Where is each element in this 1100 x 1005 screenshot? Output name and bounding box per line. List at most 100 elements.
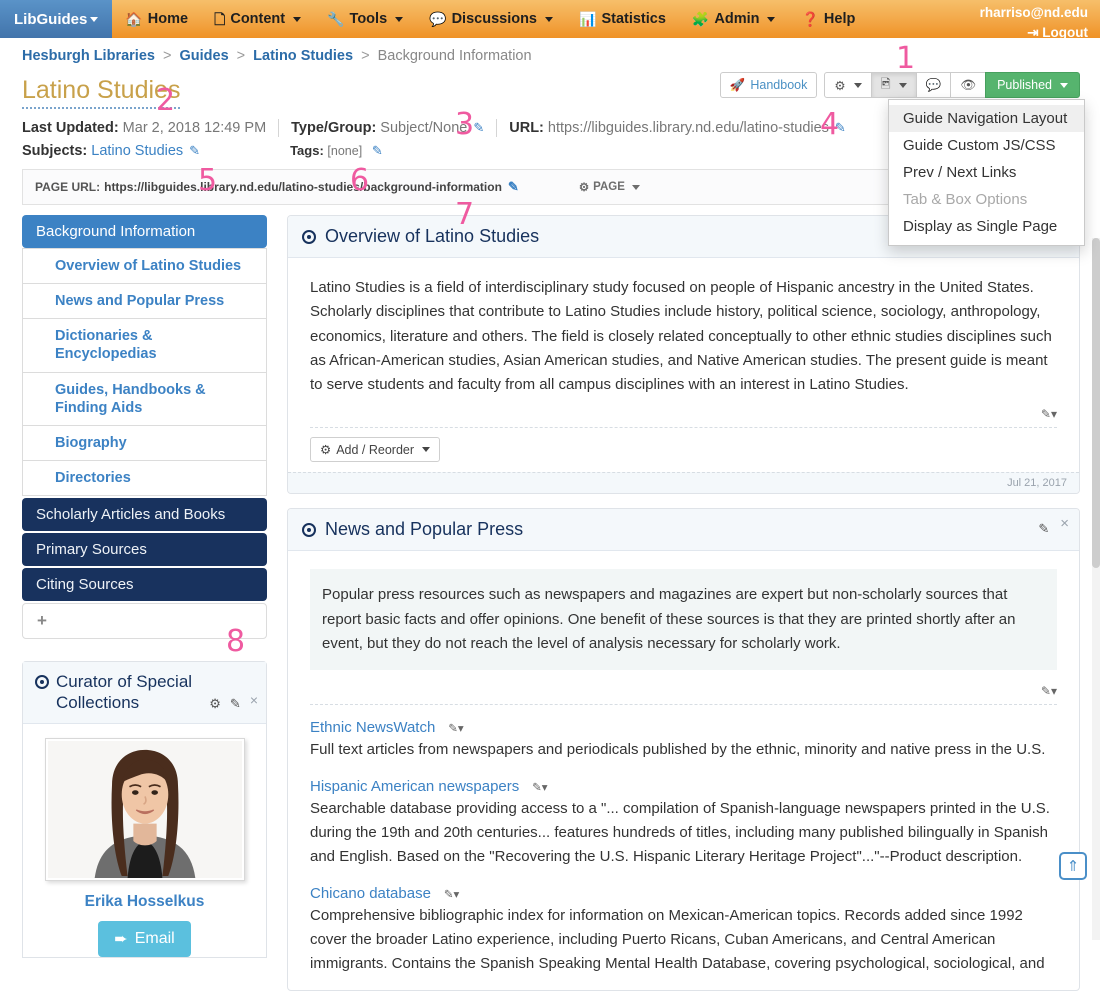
handbook-label: Handbook xyxy=(750,78,808,92)
nav-item-tools[interactable]: 🔧 Tools xyxy=(314,0,416,38)
add-reorder-button[interactable]: ⚙ Add / Reorder xyxy=(310,437,441,463)
profile-name[interactable]: Erika Hosselkus xyxy=(33,893,256,911)
resource-link-chicano-database[interactable]: Chicano database xyxy=(310,885,431,902)
tags-group: Tags: [none] ✎ xyxy=(290,143,383,159)
content-icon: 🗋 xyxy=(214,11,226,27)
edit-resource-icon[interactable]: ✎▾ xyxy=(448,723,463,735)
brand-label: LibGuides xyxy=(14,10,88,28)
edit-page-url-pencil-icon[interactable]: ✎ xyxy=(508,179,519,195)
gear-icon: ⚙ xyxy=(834,78,846,93)
email-label: Email xyxy=(134,929,175,947)
logout-button[interactable]: ⇥ Logout xyxy=(980,23,1088,43)
handbook-button[interactable]: 🚀 Handbook xyxy=(719,72,818,98)
gear-icon[interactable]: ⚙ xyxy=(209,696,221,712)
meta-divider xyxy=(496,119,498,137)
sidebar-subitem-guides-handbooks-finding-aids[interactable]: Guides, Handbooks & Finding Aids xyxy=(22,372,267,426)
comments-button[interactable]: 💬 xyxy=(915,72,952,98)
menu-item-guide-custom-js-css[interactable]: Guide Custom JS/CSS xyxy=(889,132,1084,159)
profile-box: Curator of Special Collections ⚙ ✎ × Eri… xyxy=(22,661,267,958)
page-url-label: PAGE URL: xyxy=(35,180,101,194)
pencil-icon[interactable]: ✎ xyxy=(1038,521,1049,537)
nav-item-home[interactable]: 🏠 Home xyxy=(112,0,201,38)
main-layout: Background Information Overview of Latin… xyxy=(0,205,1100,1005)
edit-content-icon[interactable]: ✎▾ xyxy=(1041,684,1057,698)
resource-link-hispanic-american-newspapers[interactable]: Hispanic American newspapers xyxy=(310,778,519,795)
email-button[interactable]: ➨ Email xyxy=(98,920,191,957)
resource-link-ethnic-newswatch[interactable]: Ethnic NewsWatch xyxy=(310,719,435,736)
chevron-double-up-icon: ⇑ xyxy=(1066,858,1080,875)
nav-item-discussions[interactable]: 💬 Discussions xyxy=(416,0,566,38)
inline-edit-row: ✎▾ xyxy=(310,397,1057,427)
add-reorder-label: Add / Reorder xyxy=(336,442,415,457)
annotation-marker-1: 1 xyxy=(896,41,916,76)
chevron-down-icon xyxy=(767,16,776,22)
edit-type-group-pencil-icon[interactable]: ✎ xyxy=(473,120,484,136)
sidebar-item-primary-sources[interactable]: Primary Sources xyxy=(22,533,267,566)
nav-item-content[interactable]: 🗋 Content xyxy=(201,0,314,38)
user-area: rharriso@nd.edu ⇥ Logout xyxy=(979,0,1100,40)
published-status-button[interactable]: Published xyxy=(985,72,1080,98)
breadcrumb-item-guides[interactable]: Guides xyxy=(179,48,228,64)
breadcrumb-item-latino-studies[interactable]: Latino Studies xyxy=(253,48,353,64)
wrench-icon: 🔧 xyxy=(327,11,345,27)
menu-item-display-as-single-page[interactable]: Display as Single Page xyxy=(889,213,1084,240)
content-box-news-popular-press: News and Popular Press ✎ × Popular press… xyxy=(287,508,1080,992)
chevron-down-icon xyxy=(545,16,553,22)
sidebar-subitem-directories[interactable]: Directories xyxy=(22,460,267,496)
content-box-body: Latino Studies is a field of interdiscip… xyxy=(288,258,1079,472)
target-icon xyxy=(302,522,316,537)
sidebar-item-scholarly-articles-and-books[interactable]: Scholarly Articles and Books xyxy=(22,498,267,531)
callout-text: Popular press resources such as newspape… xyxy=(310,569,1057,671)
brand-libguides-menu[interactable]: LibGuides xyxy=(0,0,113,38)
close-icon[interactable]: × xyxy=(250,692,258,710)
menu-item-prev-next-links[interactable]: Prev / Next Links xyxy=(889,159,1084,186)
sidebar-subitem-dictionaries-encyclopedias[interactable]: Dictionaries & Encyclopedias xyxy=(22,319,267,373)
edit-resource-icon[interactable]: ✎▾ xyxy=(444,889,459,901)
nav-item-statistics[interactable]: 📊 Statistics xyxy=(566,0,679,38)
sidebar-subitem-overview-of-latino-studies[interactable]: Overview of Latino Studies xyxy=(22,248,267,285)
puzzle-icon: 🧩 xyxy=(691,11,710,27)
edit-tags-pencil-icon[interactable]: ✎ xyxy=(372,143,383,158)
toolbar-button-group: ⚙ 🖻 💬 👁 Published xyxy=(824,72,1080,98)
nav-item-admin[interactable]: 🧩 Admin xyxy=(679,0,789,38)
nav-item-help[interactable]: ❓ Help xyxy=(788,0,868,38)
page-scrollbar[interactable] xyxy=(1092,238,1100,940)
page-button-label: PAGE xyxy=(593,181,625,193)
annotation-marker-6: 6 xyxy=(350,163,370,198)
resource-description: Comprehensive bibliographic index for in… xyxy=(310,907,1045,973)
page-settings-button[interactable]: ⚙ PAGE xyxy=(579,180,640,194)
edit-subjects-pencil-icon[interactable]: ✎ xyxy=(189,143,200,159)
subject-link-latino-studies[interactable]: Latino Studies xyxy=(91,143,183,159)
annotation-marker-3: 3 xyxy=(455,107,475,142)
preview-button[interactable]: 👁 xyxy=(950,72,987,98)
scroll-to-top-button[interactable]: ⇑ xyxy=(1059,852,1087,880)
resource-description: Searchable database providing access to … xyxy=(310,800,1050,866)
comment-icon: 💬 xyxy=(925,77,942,92)
breadcrumb-item-hesburgh-libraries[interactable]: Hesburgh Libraries xyxy=(22,48,155,64)
guide-layout-dropdown-menu: Guide Navigation Layout Guide Custom JS/… xyxy=(888,99,1085,246)
edit-resource-icon[interactable]: ✎▾ xyxy=(532,782,547,794)
nav-label: Discussions xyxy=(451,11,537,27)
overview-paragraph: Latino Studies is a field of interdiscip… xyxy=(310,279,1052,394)
scrollbar-thumb[interactable] xyxy=(1092,238,1100,568)
edit-content-icon[interactable]: ✎▾ xyxy=(1041,407,1057,421)
sidebar-item-background-information[interactable]: Background Information xyxy=(22,215,267,248)
content-box-header: News and Popular Press ✎ × xyxy=(288,509,1079,552)
rocket-icon: 🚀 xyxy=(729,77,746,92)
last-updated-label: Last Updated: xyxy=(22,120,119,136)
menu-item-guide-navigation-layout[interactable]: Guide Navigation Layout xyxy=(889,105,1084,132)
content-box-overview: Overview of Latino Studies ✎ × Latino St… xyxy=(287,215,1080,495)
chevron-down-icon xyxy=(1060,82,1068,88)
guide-settings-button[interactable]: ⚙ xyxy=(824,72,872,98)
user-email: rharriso@nd.edu xyxy=(979,5,1088,20)
sidebar-subitem-news-and-popular-press[interactable]: News and Popular Press xyxy=(22,284,267,320)
sidebar-subitem-biography[interactable]: Biography xyxy=(22,425,267,461)
subjects-label: Subjects: xyxy=(22,143,88,159)
footer-date: Jul 21, 2017 xyxy=(1007,477,1067,490)
guide-page-navigation: Background Information Overview of Latin… xyxy=(22,215,267,639)
sidebar-item-citing-sources[interactable]: Citing Sources xyxy=(22,568,267,601)
pencil-icon[interactable]: ✎ xyxy=(230,696,241,712)
content-box-body: Popular press resources such as newspape… xyxy=(288,551,1079,990)
chevron-down-icon xyxy=(898,82,907,88)
close-icon[interactable]: × xyxy=(1060,515,1069,532)
